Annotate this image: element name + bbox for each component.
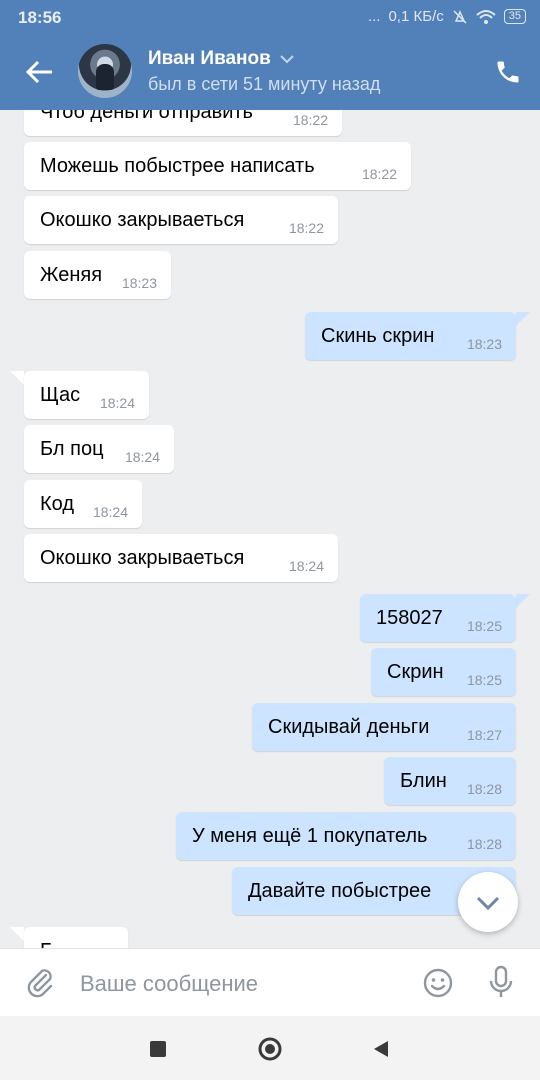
message-incoming[interactable]: Можешь побыстрее написать 18:22 <box>24 142 411 190</box>
chevron-down-icon <box>280 55 294 64</box>
message-time: 18:28 <box>466 836 502 852</box>
square-icon[interactable] <box>145 1036 171 1062</box>
message-text: Щас <box>40 384 81 406</box>
message-input[interactable] <box>78 965 402 1003</box>
message-text: 158027 <box>376 607 443 629</box>
status-time: 18:56 <box>18 8 62 27</box>
message-incoming[interactable]: Чтоб деньги отправить 18:22 <box>24 110 342 136</box>
message-text: Скрин <box>387 661 444 683</box>
message-incoming[interactable]: Бл поц 18:24 <box>24 425 174 473</box>
message-time: 18:25 <box>466 672 502 688</box>
message-text: Давайте побыстрее <box>248 880 432 902</box>
mute-icon <box>453 9 467 24</box>
message-time: 18:27 <box>466 727 502 743</box>
status-dots: ... <box>367 8 381 25</box>
message-text: Чтоб деньги отправить <box>40 110 253 123</box>
last-seen: был в сети 51 минуту назад <box>148 74 381 94</box>
bubble-tail <box>10 371 24 385</box>
message-time: 18:23 <box>466 336 502 352</box>
message-text: Бл поц <box>40 438 104 460</box>
bubble-tail <box>516 594 530 608</box>
message-text: Женяя <box>40 264 103 286</box>
message-text: Окошко закрываеться <box>40 547 245 569</box>
chevron-down-icon <box>476 896 500 911</box>
message-time: 18:22 <box>292 112 328 128</box>
contact-name[interactable]: Иван Иванов <box>148 48 295 70</box>
message-text: Скинь скрин <box>321 325 435 347</box>
message-text: У меня ещё 1 покупатель <box>192 825 428 847</box>
message-outgoing[interactable]: Блин 18:28 <box>384 757 516 805</box>
message-text: Можешь побыстрее написать <box>40 155 315 177</box>
message-time: 18:24 <box>92 504 128 520</box>
paperclip-icon[interactable] <box>24 967 56 999</box>
system-navigation-bar <box>0 1016 540 1080</box>
app-header: 18:56 ... 0,1 КБ/с 35 Иван Иванов был в … <box>0 0 540 110</box>
message-time: 18:23 <box>121 275 157 291</box>
wifi-icon <box>476 9 496 24</box>
avatar[interactable] <box>78 44 132 98</box>
message-incoming[interactable]: Код 18:24 <box>24 480 142 528</box>
message-text: Блин <box>400 770 447 792</box>
circle-icon[interactable] <box>257 1036 283 1062</box>
arrow-left-icon[interactable] <box>24 58 56 86</box>
bubble-tail <box>10 927 24 941</box>
status-bar: 18:56 ... 0,1 КБ/с 35 <box>0 0 540 34</box>
message-composer <box>0 948 540 1017</box>
message-time: 18:28 <box>466 781 502 797</box>
message-time: 18:22 <box>288 220 324 236</box>
message-incoming[interactable]: Б <box>24 927 128 948</box>
triangle-icon[interactable] <box>368 1036 394 1062</box>
message-outgoing[interactable]: Скидывай деньги 18:27 <box>252 703 516 751</box>
bubble-tail <box>516 312 530 326</box>
message-time: 18:25 <box>466 618 502 634</box>
message-time: 18:22 <box>361 166 397 182</box>
message-outgoing[interactable]: 158027 18:25 <box>360 594 516 642</box>
message-time: 18:24 <box>288 558 324 574</box>
scroll-down-button[interactable] <box>458 872 518 932</box>
smile-icon[interactable] <box>422 967 454 999</box>
battery-indicator: 35 <box>503 9 526 24</box>
message-text: Б <box>40 940 53 948</box>
microphone-icon[interactable] <box>486 965 516 999</box>
phone-icon[interactable] <box>494 58 522 86</box>
message-text: Скидывай деньги <box>268 716 430 738</box>
message-incoming[interactable]: Женяя 18:23 <box>24 251 171 299</box>
message-text: Код <box>40 493 75 515</box>
message-incoming[interactable]: Окошко закрываеться 18:22 <box>24 196 338 244</box>
message-time: 18:24 <box>124 449 160 465</box>
message-time: 18:24 <box>99 395 135 411</box>
contact-name-text: Иван Иванов <box>148 48 271 69</box>
message-incoming[interactable]: Щас 18:24 <box>24 371 149 419</box>
message-incoming[interactable]: Окошко закрываеться 18:24 <box>24 534 338 582</box>
message-outgoing[interactable]: Скрин 18:25 <box>371 648 516 696</box>
message-text: Окошко закрываеться <box>40 209 245 231</box>
message-list[interactable]: Чтоб деньги отправить 18:22 Можешь побыс… <box>0 110 540 948</box>
network-speed: 0,1 КБ/с <box>388 8 444 25</box>
message-outgoing[interactable]: Скинь скрин 18:23 <box>305 312 516 360</box>
message-outgoing[interactable]: У меня ещё 1 покупатель 18:28 <box>176 812 516 860</box>
status-indicators: ... 0,1 КБ/с 35 <box>368 8 526 25</box>
